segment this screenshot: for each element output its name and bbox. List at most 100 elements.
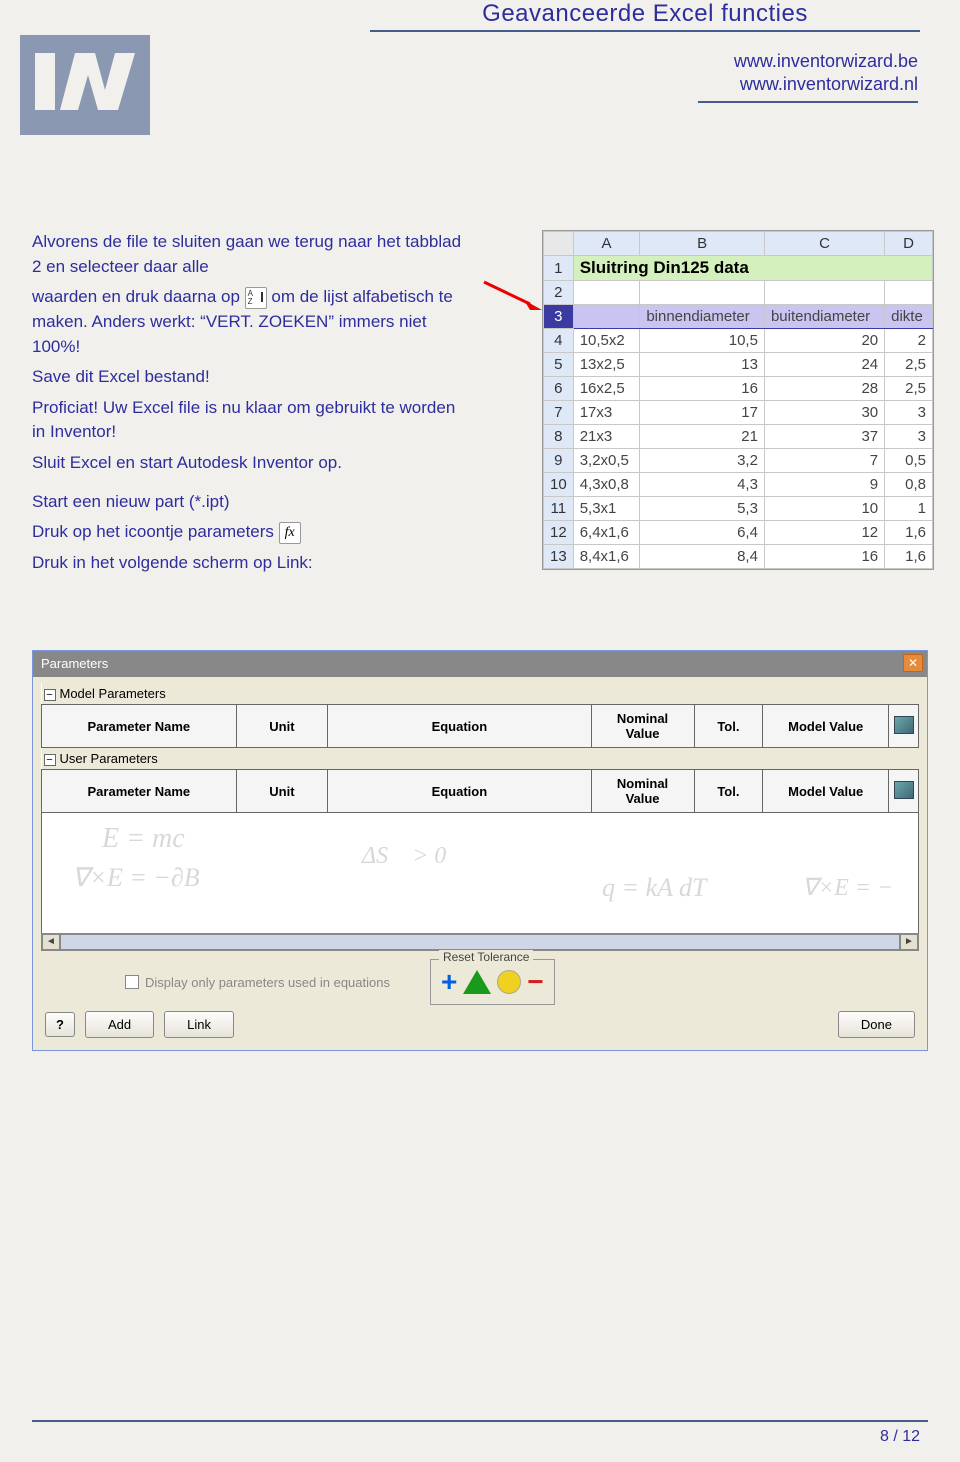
done-button[interactable]: Done — [838, 1011, 915, 1038]
red-arrow — [482, 280, 542, 310]
group-user[interactable]: −User Parameters — [42, 748, 919, 770]
para-5: Sluit Excel en start Autodesk Inventor o… — [32, 451, 472, 476]
para-8: Druk in het volgende scherm op Link: — [32, 551, 472, 576]
col-b: B — [640, 232, 765, 256]
cell-a: 8,4x1,6 — [573, 545, 640, 569]
title-hr — [370, 30, 920, 32]
checkbox-icon[interactable] — [125, 975, 139, 989]
cell-d: 0,8 — [885, 473, 933, 497]
help-button[interactable]: ? — [45, 1012, 75, 1037]
row-head: 12 — [544, 521, 574, 545]
row-head: 4 — [544, 329, 574, 353]
col-unit2: Unit — [236, 770, 328, 813]
properties-icon[interactable] — [894, 716, 914, 734]
para-7: Druk op het icoontje parameters fx — [32, 520, 472, 545]
link-button[interactable]: Link — [164, 1011, 234, 1038]
group-model[interactable]: −Model Parameters — [42, 683, 919, 705]
cell-b: 5,3 — [640, 497, 765, 521]
scroll-thumb[interactable] — [60, 934, 900, 950]
cell-c: 7 — [764, 449, 884, 473]
parameters-dialog: Parameters ✕ −Model Parameters Parameter… — [32, 650, 928, 1051]
cell-a: 3,2x0,5 — [573, 449, 640, 473]
cell-b: 4,3 — [640, 473, 765, 497]
sort-az-icon — [245, 287, 267, 309]
cell-c: 30 — [764, 401, 884, 425]
col-eq2: Equation — [328, 770, 591, 813]
logo — [20, 35, 150, 140]
col-a: A — [573, 232, 640, 256]
row-head: 7 — [544, 401, 574, 425]
cell-c: 24 — [764, 353, 884, 377]
cell-d: 0,5 — [885, 449, 933, 473]
row-head-3: 3 — [544, 305, 574, 329]
cell-a: 13x2,5 — [573, 353, 640, 377]
reset-label: Reset Tolerance — [439, 950, 534, 964]
horizontal-scrollbar[interactable]: ◄ ► — [41, 933, 919, 951]
para-6: Start een nieuw part (*.ipt) — [32, 490, 472, 515]
url-be: www.inventorwizard.be — [698, 50, 918, 73]
url-nl: www.inventorwizard.nl — [698, 73, 918, 96]
add-button[interactable]: Add — [85, 1011, 154, 1038]
cell-d: 2 — [885, 329, 933, 353]
col-icon2 — [889, 770, 919, 813]
cell-a: 10,5x2 — [573, 329, 640, 353]
hdr-d: dikte — [885, 305, 933, 329]
col-nom: Nominal Value — [591, 705, 694, 748]
cell-d: 2,5 — [885, 377, 933, 401]
triangle-icon[interactable] — [463, 970, 491, 994]
excel-screenshot: A B C D 1 Sluitring Din125 data 2 3 binn… — [542, 230, 934, 570]
dialog-titlebar: Parameters ✕ — [33, 651, 927, 677]
col-name2: Parameter Name — [42, 770, 237, 813]
para-3: Save dit Excel bestand! — [32, 365, 472, 390]
cell-a: 16x2,5 — [573, 377, 640, 401]
cell-c: 28 — [764, 377, 884, 401]
excel-title: Sluitring Din125 data — [573, 256, 932, 281]
cell-b: 8,4 — [640, 545, 765, 569]
fx-icon: fx — [279, 522, 301, 544]
col-tol2: Tol. — [694, 770, 763, 813]
cell-b: 21 — [640, 425, 765, 449]
circle-icon[interactable] — [497, 970, 521, 994]
cell-d: 3 — [885, 425, 933, 449]
page-header: Geavanceerde Excel functies www.inventor… — [0, 0, 960, 130]
row-head: 9 — [544, 449, 574, 473]
row-head: 5 — [544, 353, 574, 377]
hdr-a — [573, 305, 640, 329]
minus-icon[interactable]: − — [527, 966, 543, 998]
hdr-b: binnendiameter — [640, 305, 765, 329]
cell-a: 4,3x0,8 — [573, 473, 640, 497]
row-head: 11 — [544, 497, 574, 521]
cell-b: 17 — [640, 401, 765, 425]
para-2a: waarden en druk daarna op — [32, 287, 245, 306]
cell-b: 3,2 — [640, 449, 765, 473]
page-title: Geavanceerde Excel functies — [482, 0, 808, 27]
row-head: 10 — [544, 473, 574, 497]
para-1: Alvorens de file te sluiten gaan we teru… — [32, 230, 472, 279]
cell-b: 10,5 — [640, 329, 765, 353]
scroll-left-icon[interactable]: ◄ — [42, 934, 60, 950]
scroll-right-icon[interactable]: ► — [900, 934, 918, 950]
plus-icon[interactable]: + — [441, 966, 457, 998]
cell-c: 9 — [764, 473, 884, 497]
para-4: Proficiat! Uw Excel file is nu klaar om … — [32, 396, 472, 445]
cell-d: 1,6 — [885, 521, 933, 545]
cell-c: 20 — [764, 329, 884, 353]
hdr-c: buitendiameter — [764, 305, 884, 329]
row-head-1: 1 — [544, 256, 574, 281]
para-2: waarden en druk daarna op om de lijst al… — [32, 285, 472, 359]
col-icon — [889, 705, 919, 748]
close-icon[interactable]: ✕ — [903, 654, 923, 672]
dialog-title: Parameters — [41, 656, 108, 671]
reset-tolerance-group: Reset Tolerance + − — [430, 959, 555, 1005]
cell-a: 21x3 — [573, 425, 640, 449]
cell-d: 1,6 — [885, 545, 933, 569]
properties-icon-2[interactable] — [894, 781, 914, 799]
cell-a: 6,4x1,6 — [573, 521, 640, 545]
excel-corner — [544, 232, 574, 256]
col-mv: Model Value — [763, 705, 889, 748]
cell-c: 10 — [764, 497, 884, 521]
row-head: 8 — [544, 425, 574, 449]
cell-b: 16 — [640, 377, 765, 401]
parameters-table: −Model Parameters Parameter Name Unit Eq… — [41, 683, 919, 813]
display-only-checkbox[interactable]: Display only parameters used in equation… — [125, 975, 390, 990]
